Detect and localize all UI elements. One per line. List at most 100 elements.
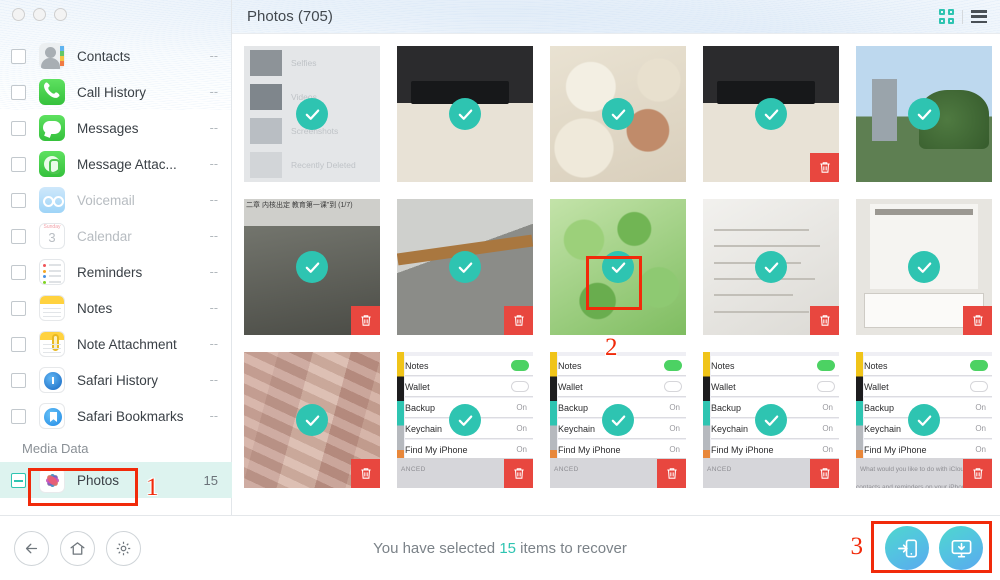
sidebar-item-count: 15 (203, 472, 218, 488)
checkbox-reminders[interactable] (11, 264, 26, 280)
ios-row-label: Wallet (405, 381, 430, 392)
list-view-icon[interactable] (971, 10, 987, 23)
photo-thumbnail[interactable]: 二章 内核出定 教育第一课”到 (1/7) (244, 199, 380, 335)
checkbox-safari-bookmarks[interactable] (11, 408, 26, 424)
status-suffix: items to recover (516, 539, 627, 557)
check-icon[interactable] (296, 404, 328, 436)
ios-row-label: Notes (558, 360, 582, 371)
trash-icon[interactable] (810, 306, 839, 335)
check-icon[interactable] (602, 98, 634, 130)
status-count: 15 (499, 539, 517, 557)
sidebar-item-reminders[interactable]: Reminders -- (0, 254, 232, 290)
check-icon[interactable] (755, 251, 787, 283)
trash-icon[interactable] (810, 153, 839, 182)
sidebar-item-safari-bookmarks[interactable]: Safari Bookmarks -- (0, 398, 232, 434)
ios-row-value: On (516, 424, 527, 433)
check-icon[interactable] (449, 404, 481, 436)
sidebar-item-label: Note Attachment (77, 336, 177, 352)
photo-thumbnail[interactable]: Selfies Videos Screenshots Recently Dele… (244, 46, 380, 182)
grid-view-icon[interactable] (939, 9, 954, 24)
check-icon[interactable] (449, 98, 481, 130)
trash-icon[interactable] (504, 459, 533, 488)
annotation-number-3: 3 (850, 533, 864, 560)
window-controls[interactable] (12, 8, 67, 21)
check-icon[interactable] (296, 251, 328, 283)
checkbox-safari-history[interactable] (11, 372, 26, 388)
sidebar-item-label: Calendar (77, 228, 132, 244)
thumb-row-label: Selfies (291, 58, 317, 68)
sidebar-item-photos[interactable]: Photos 15 (0, 462, 232, 498)
photo-thumbnail[interactable]: Notes Wallet Backup On Keychain On Find My… (703, 352, 839, 488)
photo-thumbnail[interactable] (397, 199, 533, 335)
checkbox-notes[interactable] (11, 300, 26, 316)
checkbox-messages[interactable] (11, 120, 26, 136)
sidebar-item-notes[interactable]: Notes -- (0, 290, 232, 326)
check-icon[interactable] (602, 404, 634, 436)
ios-row-label: Find My iPhone (864, 444, 927, 455)
sidebar-item-count: -- (209, 85, 218, 99)
ios-row-label: Backup (864, 402, 895, 413)
ios-row-label: Notes (864, 360, 888, 371)
recover-to-device-button[interactable] (885, 526, 929, 570)
trash-icon[interactable] (351, 459, 380, 488)
sidebar-item-contacts[interactable]: Contacts -- (0, 38, 232, 74)
check-icon[interactable] (449, 251, 481, 283)
sidebar-item-calendar[interactable]: Sunday 3 Calendar -- (0, 218, 232, 254)
ios-row-label: Find My iPhone (711, 444, 774, 455)
sidebar-item-voicemail[interactable]: Voicemail -- (0, 182, 232, 218)
photo-thumbnail[interactable]: Notes Wallet Backup On Keychain On Find My… (397, 352, 533, 488)
photo-thumbnail[interactable] (703, 199, 839, 335)
status-prefix: You have selected (373, 539, 500, 557)
photo-thumbnail[interactable] (550, 46, 686, 182)
sidebar-nav-list: Contacts -- Call History -- Messages -- … (0, 38, 232, 498)
trash-icon[interactable] (810, 459, 839, 488)
call-history-icon (39, 79, 65, 105)
photo-thumbnail[interactable]: Notes Wallet Backup On Keychain On Find My… (550, 352, 686, 488)
checkbox-note-attachment[interactable] (11, 336, 26, 352)
annotation-number-1: 1 (146, 474, 159, 501)
ios-row-value: On (669, 403, 680, 412)
sidebar-item-label: Notes (77, 300, 113, 316)
check-icon[interactable] (755, 98, 787, 130)
check-icon[interactable] (755, 404, 787, 436)
check-icon[interactable] (908, 98, 940, 130)
checkbox-photos[interactable] (11, 472, 26, 488)
checkbox-calendar[interactable] (11, 228, 26, 244)
photo-thumbnail[interactable] (856, 199, 992, 335)
photos-grid-panel[interactable]: Selfies Videos Screenshots Recently Dele… (232, 33, 1000, 515)
sidebar-section-media-data: Media Data (0, 434, 232, 462)
close-button[interactable] (12, 8, 25, 21)
checkbox-voicemail[interactable] (11, 192, 26, 208)
photo-thumbnail[interactable] (244, 352, 380, 488)
sidebar-item-call-history[interactable]: Call History -- (0, 74, 232, 110)
maximize-button[interactable] (54, 8, 67, 21)
photo-thumbnail[interactable] (397, 46, 533, 182)
trash-icon[interactable] (963, 306, 992, 335)
checkbox-message-attachments[interactable] (11, 156, 26, 172)
check-icon[interactable] (908, 404, 940, 436)
photo-thumbnail[interactable] (703, 46, 839, 182)
ios-row-value: On (669, 424, 680, 433)
minimize-button[interactable] (33, 8, 46, 21)
photo-thumbnail[interactable] (856, 46, 992, 182)
sidebar-item-note-attachment[interactable]: Note Attachment -- (0, 326, 232, 362)
sidebar-item-messages[interactable]: Messages -- (0, 110, 232, 146)
recover-to-computer-button[interactable] (939, 526, 983, 570)
trash-icon[interactable] (657, 459, 686, 488)
trash-icon[interactable] (351, 306, 380, 335)
content-header: Photos (705) (232, 0, 1000, 33)
check-icon[interactable] (602, 251, 634, 283)
ios-row-label: Find My iPhone (405, 444, 468, 455)
sidebar-item-message-attachments[interactable]: Message Attac... -- (0, 146, 232, 182)
sidebar-item-count: -- (209, 409, 218, 423)
sidebar-item-safari-history[interactable]: Safari History -- (0, 362, 232, 398)
check-icon[interactable] (908, 251, 940, 283)
checkbox-contacts[interactable] (11, 48, 26, 64)
trash-icon[interactable] (504, 306, 533, 335)
photo-thumbnail[interactable]: Notes Wallet Backup On Keychain On Find My… (856, 352, 992, 488)
photo-thumbnail[interactable] (550, 199, 686, 335)
check-icon[interactable] (296, 98, 328, 130)
trash-icon[interactable] (963, 459, 992, 488)
ios-row-value: On (975, 424, 986, 433)
checkbox-call-history[interactable] (11, 84, 26, 100)
